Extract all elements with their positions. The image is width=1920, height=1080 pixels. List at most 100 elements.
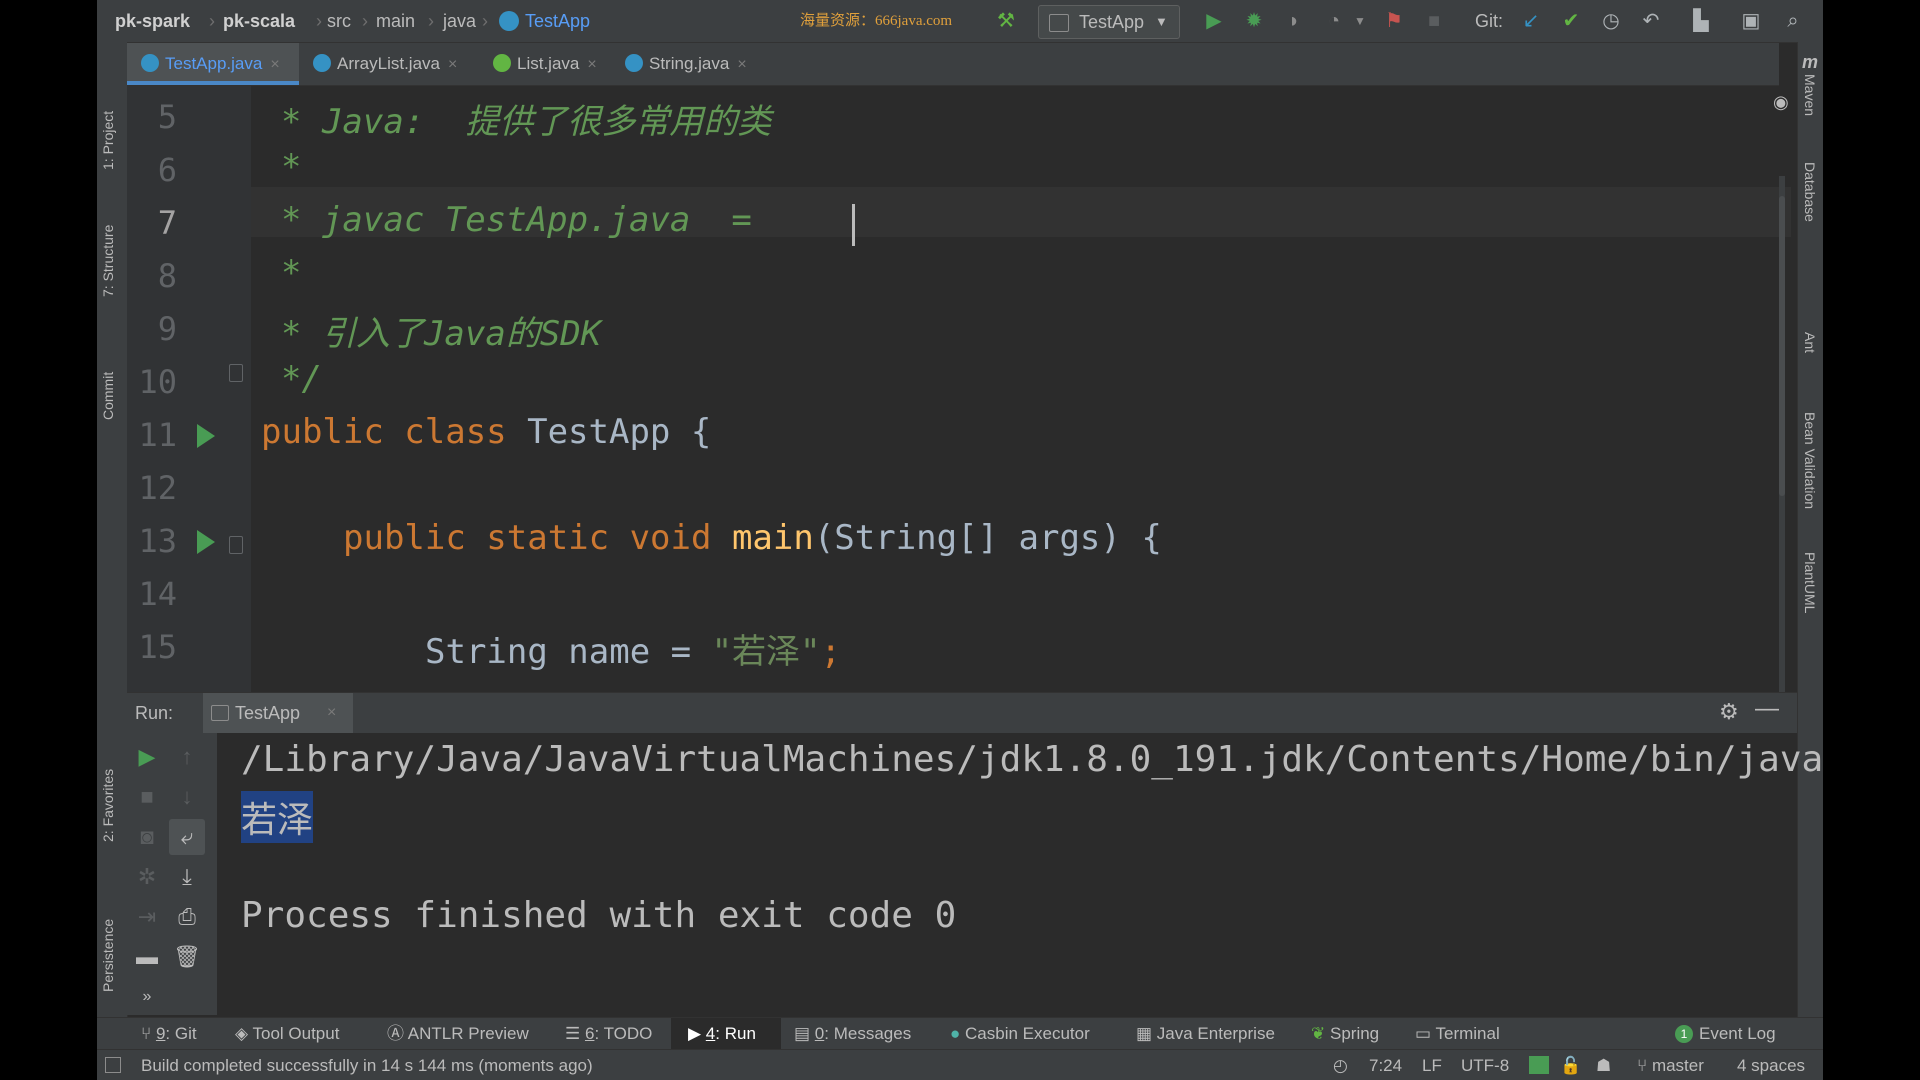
status-message[interactable]: Build completed successfully in 14 s 144… xyxy=(141,1050,593,1080)
breadcrumb-main[interactable]: main xyxy=(376,0,415,42)
trash-icon[interactable]: 🗑 xyxy=(173,943,201,971)
gear-icon[interactable]: ⚙ xyxy=(1719,699,1739,725)
search-icon[interactable]: ⌕ xyxy=(1780,8,1806,34)
tab-list[interactable]: List.java × xyxy=(493,43,597,85)
run-gutter-icon[interactable] xyxy=(197,530,215,554)
soft-wrap-icon[interactable]: ⤶ xyxy=(169,819,205,855)
scrollbar-thumb[interactable] xyxy=(1779,196,1785,496)
close-icon[interactable]: × xyxy=(327,693,336,733)
debug-icon[interactable]: ✹ xyxy=(1241,8,1267,34)
tool-todo[interactable]: ☰ 6: TODO xyxy=(565,1018,652,1050)
timer-icon[interactable]: ◴ xyxy=(1333,1050,1348,1080)
tool-window-plantuml[interactable]: PlantUML xyxy=(1802,552,1818,662)
coverage-icon[interactable]: ◗ xyxy=(1281,8,1307,34)
tool-terminal[interactable]: ▭ Terminal xyxy=(1415,1018,1500,1050)
tool-antlr-preview[interactable]: Ⓐ ANTLR Preview xyxy=(387,1018,529,1050)
settings-icon[interactable]: ✲ xyxy=(133,863,161,891)
stop-icon[interactable]: ■ xyxy=(1421,8,1447,34)
plugin-icon[interactable] xyxy=(1529,1056,1549,1074)
breadcrumb-class[interactable]: TestApp xyxy=(525,0,590,42)
close-icon[interactable]: × xyxy=(587,56,596,73)
close-icon[interactable]: × xyxy=(448,56,457,73)
tool-window-commit[interactable]: Commit xyxy=(100,330,116,420)
tool-git[interactable]: ⑂ 9: Git xyxy=(141,1018,197,1050)
indent-setting[interactable]: 4 spaces xyxy=(1737,1050,1805,1080)
run-gutter-icon[interactable] xyxy=(197,424,215,448)
class-icon xyxy=(141,53,159,72)
tool-window-structure[interactable]: 7: Structure xyxy=(100,187,116,297)
build-hammer-icon[interactable]: ⚒ xyxy=(993,8,1019,34)
tab-testapp[interactable]: TestApp.java × xyxy=(127,43,299,85)
tool-window-maven[interactable]: Maven xyxy=(1802,74,1818,144)
tab-arraylist[interactable]: ArrayList.java × xyxy=(313,43,457,85)
tab-label: TestApp.java xyxy=(165,54,263,73)
rerun-icon[interactable]: ⚑ xyxy=(1381,8,1407,34)
git-update-icon[interactable]: ↙ xyxy=(1518,8,1544,34)
profile-icon[interactable]: ◔ xyxy=(1321,8,1347,34)
breadcrumb-java[interactable]: java xyxy=(443,0,476,42)
lock-icon[interactable]: 🔓 xyxy=(1560,1050,1581,1080)
event-log[interactable]: 1 Event Log xyxy=(1675,1018,1776,1050)
tool-window-favorites[interactable]: 2: Favorites xyxy=(100,732,116,842)
tool-messages[interactable]: ▤ 0: Messages xyxy=(794,1018,911,1050)
eye-icon[interactable]: ◉ xyxy=(1773,92,1789,113)
chevron-down-icon[interactable]: ▼ xyxy=(1347,8,1373,34)
project-structure-icon[interactable]: ▙ xyxy=(1688,8,1714,34)
presentation-icon[interactable]: ▣ xyxy=(1738,8,1764,34)
close-icon[interactable]: × xyxy=(737,56,746,73)
chevron-down-icon: ▼ xyxy=(1155,14,1168,29)
code-identifier: (String[] args) { xyxy=(813,518,1162,558)
rerun-icon[interactable]: ▶ xyxy=(133,743,161,771)
tab-string[interactable]: String.java × xyxy=(625,43,747,85)
git-commit-icon[interactable]: ✔ xyxy=(1558,8,1584,34)
file-encoding[interactable]: UTF-8 xyxy=(1461,1050,1509,1080)
git-branch[interactable]: ⑂ master xyxy=(1637,1050,1704,1080)
layout-toggle-icon[interactable] xyxy=(105,1057,121,1073)
tool-window-persistence[interactable]: Persistence xyxy=(100,882,116,992)
tool-run[interactable]: ▶ 4: Run xyxy=(688,1018,756,1050)
class-icon xyxy=(313,53,331,72)
camera-icon[interactable]: ◙ xyxy=(133,823,161,851)
code-line: public class TestApp { xyxy=(261,412,711,452)
line-number: 10 xyxy=(138,363,177,401)
tool-window-project[interactable]: 1: Project xyxy=(100,60,116,170)
line-separator[interactable]: LF xyxy=(1422,1050,1442,1080)
more-icon[interactable]: » xyxy=(133,983,161,1011)
spring-icon: ❦ xyxy=(1311,1024,1326,1043)
rollback-icon[interactable]: ↶ xyxy=(1638,8,1664,34)
tab-label: List.java xyxy=(517,54,580,73)
code-editor[interactable]: 5 6 7 8 9 10 11 12 13 14 15 * Java: 提供了很… xyxy=(127,86,1797,692)
tool-label: : Git xyxy=(165,1024,197,1043)
code-identifier: TestApp { xyxy=(527,412,712,452)
tool-spring[interactable]: ❦ Spring xyxy=(1311,1018,1379,1050)
breadcrumb-project[interactable]: pk-spark xyxy=(115,0,190,42)
tool-window-database[interactable]: Database xyxy=(1802,162,1818,312)
fold-icon[interactable] xyxy=(229,536,243,554)
tool-java-enterprise[interactable]: ▦ Java Enterprise xyxy=(1136,1018,1275,1050)
run-toolbar: ▶ ↑ ■ ↓ ◙ ⤶ ✲ ⤓ ⇥ ⎙ ▬ 🗑 » xyxy=(127,733,217,1015)
history-icon[interactable]: ◷ xyxy=(1598,8,1624,34)
cursor-position[interactable]: 7:24 xyxy=(1369,1050,1402,1080)
tool-output[interactable]: ◈ Tool Output xyxy=(235,1018,339,1050)
exit-icon[interactable]: ⇥ xyxy=(133,903,161,931)
inspector-icon[interactable]: ☗ xyxy=(1596,1050,1611,1080)
minimize-icon[interactable]: — xyxy=(1755,695,1779,723)
close-icon[interactable]: × xyxy=(270,56,279,73)
run-tab-testapp[interactable]: TestApp × xyxy=(203,693,353,733)
tool-casbin-executor[interactable]: ● Casbin Executor xyxy=(950,1018,1090,1050)
scroll-to-end-icon[interactable]: ⤓ xyxy=(173,863,201,891)
layout-icon[interactable]: ▬ xyxy=(133,943,161,971)
tool-window-ant[interactable]: Ant xyxy=(1802,332,1818,392)
fold-icon[interactable] xyxy=(229,364,243,382)
breadcrumb-src[interactable]: src xyxy=(327,0,351,42)
run-config-dropdown[interactable]: TestApp ▼ xyxy=(1038,5,1180,39)
breadcrumb-module[interactable]: pk-scala xyxy=(223,0,295,42)
arrow-up-icon[interactable]: ↑ xyxy=(173,743,201,771)
line-number: 9 xyxy=(157,310,177,348)
arrow-down-icon[interactable]: ↓ xyxy=(173,783,201,811)
code-line: String name = "若泽"; xyxy=(425,624,841,673)
run-console[interactable]: ▶ ↑ ■ ↓ ◙ ⤶ ✲ ⤓ ⇥ ⎙ ▬ 🗑 » /Library/Java/… xyxy=(127,733,1823,1015)
stop-icon[interactable]: ■ xyxy=(133,783,161,811)
run-icon[interactable]: ▶ xyxy=(1201,8,1227,34)
print-icon[interactable]: ⎙ xyxy=(173,903,201,931)
